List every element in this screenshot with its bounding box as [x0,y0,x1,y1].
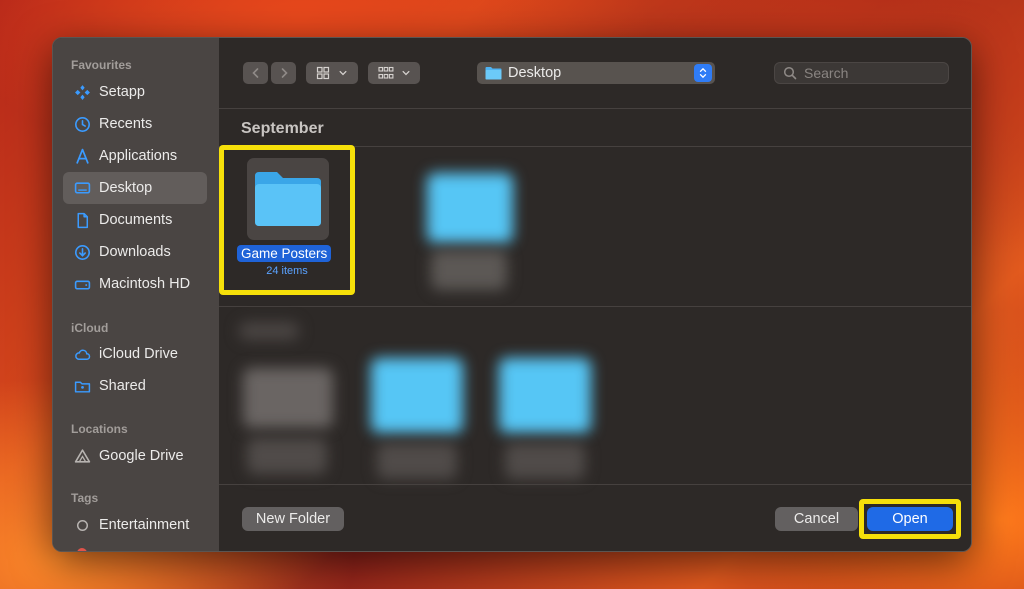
sidebar-item-macintosh-hd[interactable]: Macintosh HD [63,268,207,300]
sidebar-item-setapp[interactable]: Setapp [63,76,207,108]
forward-button[interactable] [271,62,296,84]
sidebar-item-label: Google Drive [99,448,184,464]
chevron-down-icon [339,70,347,76]
setapp-icon [73,83,91,101]
blurred-group-title [239,322,299,340]
grid-icon [316,66,330,80]
tag-circle-icon [73,516,91,534]
sidebar-item-applications[interactable]: Applications [63,140,207,172]
sidebar-section-icloud: iCloud [71,321,109,335]
folder-icon [485,67,502,80]
blurred-item-label [431,250,507,290]
sidebar-item-label: Entertainment [99,517,190,533]
group-title: September [241,120,324,137]
blurred-item-label [247,438,327,474]
main-area: Desktop September Game Posters 24 items [219,38,971,551]
search-input[interactable] [804,65,934,81]
open-file-dialog: Favourites Setapp Recents Applications D… [52,37,972,552]
search-field[interactable] [774,62,949,84]
sidebar-section-locations: Locations [71,422,128,436]
sidebar-item-label: iCloud Drive [99,346,178,362]
sidebar-item-label: Documents [99,212,173,228]
group-by-button[interactable] [368,62,420,84]
sidebar-item-label: Desktop [99,180,153,196]
shared-folder-icon [73,377,91,395]
sidebar-item-icloud-drive[interactable]: iCloud Drive [63,338,207,370]
clock-icon [73,115,91,133]
highlight-annotation [859,499,961,539]
blurred-item-label [377,443,457,479]
new-folder-button[interactable]: New Folder [242,507,344,531]
section-divider [219,306,971,307]
sidebar-section-favourites: Favourites [71,58,132,72]
back-button[interactable] [243,62,268,84]
toolbar-divider [219,108,971,109]
sidebar: Favourites Setapp Recents Applications D… [53,38,219,551]
chevron-right-icon [281,68,288,78]
sidebar-section-tags: Tags [71,491,99,505]
hard-drive-icon [73,275,91,293]
location-label: Desktop [508,65,562,81]
view-mode-button[interactable] [306,62,358,84]
sidebar-item-google-drive[interactable]: Google Drive [63,440,207,472]
sidebar-item-shared[interactable]: Shared [63,370,207,402]
document-icon [73,211,91,229]
google-drive-icon [73,447,91,465]
blurred-item-thumb[interactable] [243,368,333,428]
chevron-left-icon [251,68,258,78]
sidebar-item-label: Macintosh HD [99,276,191,292]
chevron-down-icon [402,70,409,76]
sidebar-item-label: Recents [99,116,153,132]
sidebar-item-label: Applications [99,148,178,164]
highlight-annotation [219,145,355,295]
sidebar-item-entertainment[interactable]: Entertainment [63,509,207,541]
sidebar-item-label: Setapp [99,84,145,100]
toolbar: Desktop [219,38,971,108]
sidebar-item-label: Shared [99,378,146,394]
applications-icon [73,147,91,165]
cancel-button[interactable]: Cancel [775,507,858,531]
desktop-icon [73,179,91,197]
sidebar-item-documents[interactable]: Documents [63,204,207,236]
cloud-icon [73,345,91,363]
sidebar-item-recents[interactable]: Recents [63,108,207,140]
sidebar-item-desktop[interactable]: Desktop [63,172,207,204]
search-icon [783,66,797,80]
blurred-item-thumb[interactable] [371,358,463,433]
footer-divider [219,484,971,485]
sidebar-item-label: Downloads [99,244,171,260]
sidebar-item-downloads[interactable]: Downloads [63,236,207,268]
up-down-chevron-icon [694,64,712,82]
blurred-item-label [505,443,585,479]
tag-color-dot [77,548,87,551]
group-grid-icon [377,66,393,79]
blurred-item-thumb[interactable] [427,173,513,243]
location-popup[interactable]: Desktop [477,62,715,84]
blurred-item-thumb[interactable] [499,358,591,433]
download-icon [73,243,91,261]
